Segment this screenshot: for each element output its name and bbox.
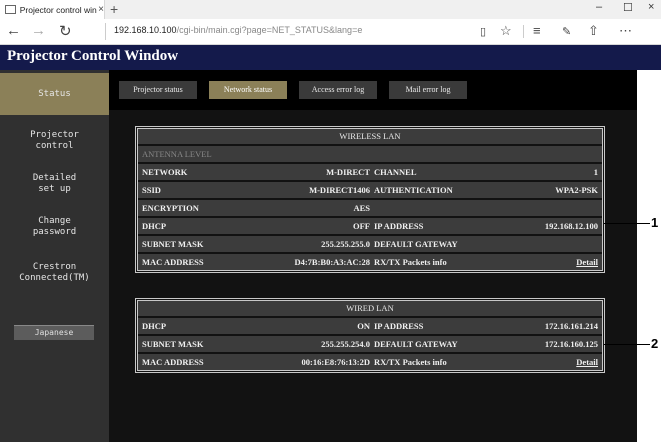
authentication-label: AUTHENTICATION: [374, 185, 453, 195]
browser-address-bar: ← → ↻ 192.168.10.100/cgi-bin/main.cgi?pa…: [0, 19, 661, 45]
callout-number-1: 1: [651, 215, 659, 230]
subnav-tabs: Projector status Network status Access e…: [109, 70, 637, 110]
dhcp-label: DHCP: [142, 221, 167, 231]
web-note-icon[interactable]: ✎: [562, 25, 571, 38]
more-icon[interactable]: ⋯: [619, 23, 632, 39]
wireless-lan-panel: WIRELESS LAN ANTENNA LEVEL NETWORK M-DIR…: [135, 126, 605, 273]
ip-address-label: IP ADDRESS: [374, 221, 424, 231]
table-row: ENCRYPTION AES: [138, 200, 602, 218]
toolbar-divider: [523, 25, 524, 38]
default-gateway-label: DEFAULT GATEWAY: [374, 339, 458, 349]
sidebar-item-crestron-connected[interactable]: Crestron Connected(TM): [0, 252, 109, 294]
subnet-mask-label: SUBNET MASK: [142, 239, 204, 249]
tab-close-icon[interactable]: ×: [98, 4, 104, 15]
table-row: NETWORK M-DIRECT CHANNEL 1: [138, 164, 602, 182]
table-row: DHCP ON IP ADDRESS 172.16.161.214: [138, 318, 602, 336]
subnet-mask-value: 255.255.255.0: [321, 239, 370, 249]
browser-titlebar: Projector control windov × + – ☐ ×: [0, 0, 661, 19]
browser-tab[interactable]: Projector control windov ×: [0, 0, 105, 19]
table-row: SSID M-DIRECT1406 AUTHENTICATION WPA2-PS…: [138, 182, 602, 200]
ssid-label: SSID: [142, 185, 161, 195]
new-tab-button[interactable]: +: [110, 1, 118, 17]
url-host: 192.168.10.100: [114, 25, 177, 35]
main-content: Projector status Network status Access e…: [109, 70, 637, 442]
sidebar-item-label: Crestron Connected(TM): [19, 262, 90, 283]
callout-number-2: 2: [651, 336, 659, 351]
tab-network-status[interactable]: Network status: [209, 81, 287, 99]
ip-address-label: IP ADDRESS: [374, 321, 424, 331]
mac-address-value: 00:16:E8:76:13:2D: [301, 357, 370, 367]
network-label: NETWORK: [142, 167, 188, 177]
detail-link[interactable]: Detail: [576, 354, 598, 370]
japanese-button[interactable]: Japanese: [14, 325, 94, 340]
detail-link[interactable]: Detail: [576, 254, 598, 270]
sidebar-item-change-password[interactable]: Change password: [0, 206, 109, 248]
close-window-button[interactable]: ×: [648, 1, 654, 13]
maximize-button[interactable]: ☐: [623, 1, 633, 14]
ip-address-value: 172.16.161.214: [544, 321, 598, 331]
rxtx-packets-label: RX/TX Packets info: [374, 257, 447, 267]
ip-address-value: 192.168.12.100: [544, 221, 598, 231]
antenna-level-label: ANTENNA LEVEL: [142, 149, 212, 159]
share-icon[interactable]: ⇧: [588, 23, 599, 39]
dhcp-value: OFF: [353, 221, 370, 231]
dhcp-value: ON: [357, 321, 370, 331]
favorites-star-icon[interactable]: ☆: [500, 23, 512, 39]
forward-button[interactable]: →: [31, 22, 46, 39]
sidebar-item-label: Projector control: [30, 130, 79, 151]
ssid-value: M-DIRECT1406: [309, 185, 370, 195]
mac-address-label: MAC ADDRESS: [142, 357, 204, 367]
sidebar: Status Projector control Detailed set up…: [0, 70, 109, 442]
page-title: Projector Control Window: [7, 48, 179, 64]
wireless-lan-header: WIRELESS LAN: [138, 129, 602, 146]
default-gateway-label: DEFAULT GATEWAY: [374, 239, 458, 249]
tab-access-error-log[interactable]: Access error log: [299, 81, 377, 99]
sidebar-item-detailed-setup[interactable]: Detailed set up: [0, 163, 109, 205]
sidebar-item-label: Detailed set up: [32, 173, 77, 194]
url-path: /cgi-bin/main.cgi?page=NET_STATUS&lang=e: [176, 25, 363, 35]
channel-label: CHANNEL: [374, 167, 417, 177]
page-header: Projector Control Window: [0, 45, 661, 70]
callout-line-2: [604, 344, 650, 345]
sidebar-item-label: Status: [38, 88, 71, 99]
dhcp-label: DHCP: [142, 321, 167, 331]
encryption-value: AES: [353, 203, 370, 213]
address-divider: [105, 23, 106, 40]
callout-line-1: [604, 223, 650, 224]
table-row: SUBNET MASK 255.255.254.0 DEFAULT GATEWA…: [138, 336, 602, 354]
reading-view-icon[interactable]: ▯: [480, 25, 486, 38]
tab-title: Projector control windov: [19, 4, 97, 15]
subnet-mask-label: SUBNET MASK: [142, 339, 204, 349]
refresh-button[interactable]: ↻: [59, 22, 72, 40]
table-row: MAC ADDRESS 00:16:E8:76:13:2D RX/TX Pack…: [138, 354, 602, 370]
hub-icon[interactable]: ≡: [533, 23, 541, 38]
channel-value: 1: [593, 167, 598, 177]
subnet-mask-value: 255.255.254.0: [321, 339, 370, 349]
table-row: MAC ADDRESS D4:7B:B0:A3:AC:28 RX/TX Pack…: [138, 254, 602, 270]
wired-lan-header: WIRED LAN: [138, 301, 602, 318]
page-favicon-icon: [5, 5, 16, 14]
tab-mail-error-log[interactable]: Mail error log: [389, 81, 467, 99]
tab-projector-status[interactable]: Projector status: [119, 81, 197, 99]
sidebar-item-label: Change password: [32, 216, 77, 237]
rxtx-packets-label: RX/TX Packets info: [374, 357, 447, 367]
default-gateway-value: 172.16.160.125: [544, 339, 598, 349]
url-field[interactable]: 192.168.10.100/cgi-bin/main.cgi?page=NET…: [114, 25, 362, 35]
encryption-label: ENCRYPTION: [142, 203, 199, 213]
table-row: SUBNET MASK 255.255.255.0 DEFAULT GATEWA…: [138, 236, 602, 254]
wired-lan-panel: WIRED LAN DHCP ON IP ADDRESS 172.16.161.…: [135, 298, 605, 373]
sidebar-item-status[interactable]: Status: [0, 73, 109, 115]
back-button[interactable]: ←: [6, 22, 21, 39]
sidebar-item-projector-control[interactable]: Projector control: [0, 120, 109, 162]
table-row: ANTENNA LEVEL: [138, 146, 602, 164]
network-value: M-DIRECT: [326, 167, 370, 177]
mac-address-value: D4:7B:B0:A3:AC:28: [294, 257, 370, 267]
table-row: DHCP OFF IP ADDRESS 192.168.12.100: [138, 218, 602, 236]
mac-address-label: MAC ADDRESS: [142, 257, 204, 267]
minimize-button[interactable]: –: [596, 1, 602, 13]
authentication-value: WPA2-PSK: [555, 185, 598, 195]
